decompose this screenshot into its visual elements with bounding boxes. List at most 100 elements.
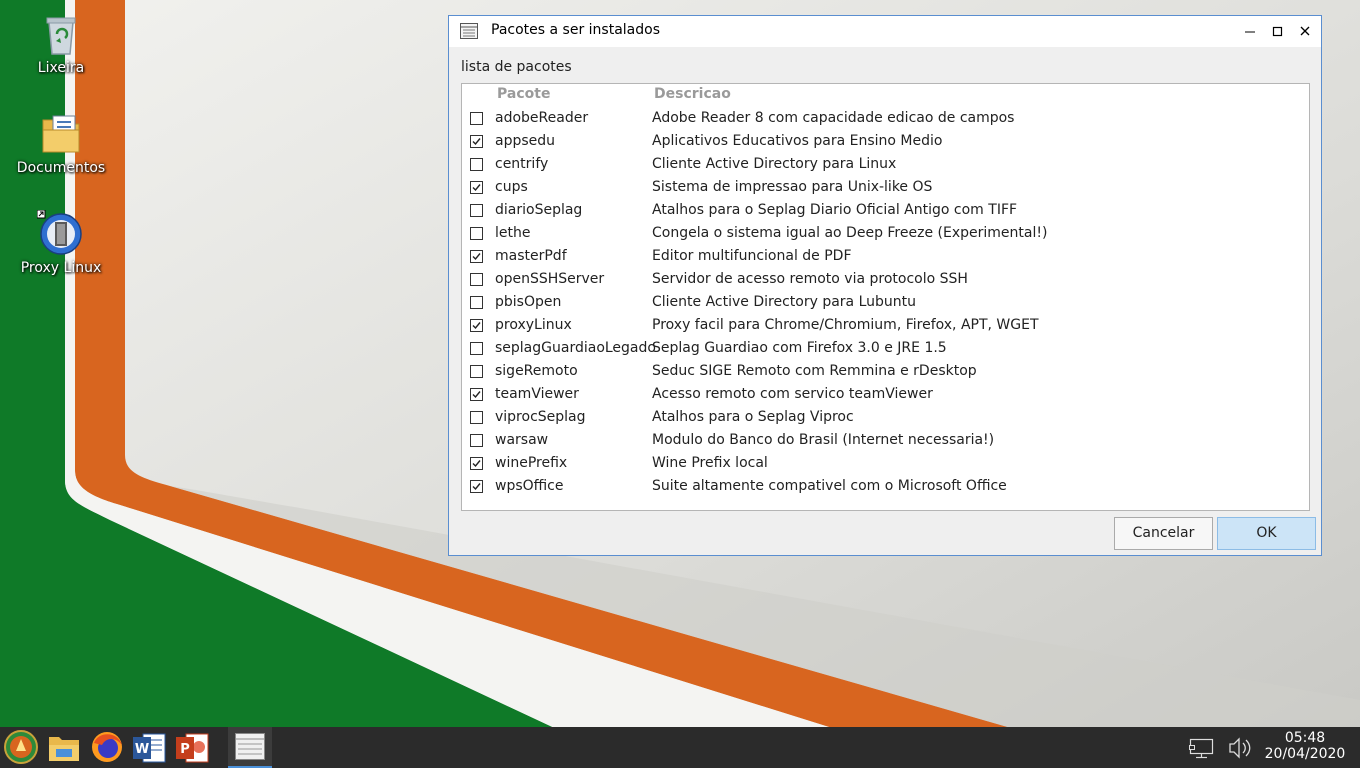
package-description: Atalhos para o Seplag Diario Oficial Ant… xyxy=(652,202,1018,218)
package-name: winePrefix xyxy=(495,455,568,471)
package-row[interactable]: teamViewer Acesso remoto com servico team… xyxy=(462,384,1309,407)
package-checkbox[interactable] xyxy=(470,457,483,470)
cancel-button[interactable]: Cancelar xyxy=(1114,517,1213,550)
package-row[interactable]: warsaw Modulo do Banco do Brasil (Interne… xyxy=(462,430,1309,453)
trash-icon xyxy=(37,10,85,58)
list-window-icon xyxy=(460,23,478,39)
package-description: Cliente Active Directory para Linux xyxy=(652,156,897,172)
taskbar: W P 05:48 20/04/2020 xyxy=(0,727,1360,768)
checkmark-icon xyxy=(472,184,481,192)
package-row[interactable]: sigeRemoto Seduc SIGE Remoto com Remmina … xyxy=(462,361,1309,384)
package-description: Congela o sistema igual ao Deep Freeze (… xyxy=(652,225,1048,241)
svg-text:W: W xyxy=(135,742,149,757)
package-checkbox[interactable] xyxy=(470,434,483,447)
package-row[interactable]: cups Sistema de impressao para Unix-like … xyxy=(462,177,1309,200)
package-description: Acesso remoto com servico teamViewer xyxy=(652,386,933,402)
package-name: seplagGuardiaoLegado xyxy=(495,340,656,356)
package-row[interactable]: wpsOffice Suite altamente compativel com … xyxy=(462,476,1309,499)
desktop-icon-proxy-linux[interactable]: Proxy Linux xyxy=(6,209,116,276)
package-description: Cliente Active Directory para Lubuntu xyxy=(652,294,916,310)
package-name: masterPdf xyxy=(495,248,567,264)
package-name: teamViewer xyxy=(495,386,579,402)
package-checkbox[interactable] xyxy=(470,480,483,493)
package-checkbox[interactable] xyxy=(470,227,483,240)
package-checkbox[interactable] xyxy=(470,388,483,401)
package-name: warsaw xyxy=(495,432,549,448)
tray-network[interactable] xyxy=(1186,727,1218,768)
package-row[interactable]: lethe Congela o sistema igual ao Deep Fre… xyxy=(462,223,1309,246)
package-name: adobeReader xyxy=(495,110,589,126)
package-list[interactable]: Pacote Descricao adobeReader Adobe Reader… xyxy=(461,83,1310,511)
start-menu-button[interactable] xyxy=(0,727,42,768)
checkmark-icon xyxy=(472,483,481,491)
package-row[interactable]: seplagGuardiaoLegado Seplag Guardiao com … xyxy=(462,338,1309,361)
package-row[interactable]: winePrefix Wine Prefix local xyxy=(462,453,1309,476)
title-bar[interactable]: Pacotes a ser instalados xyxy=(449,16,1321,47)
package-checkbox[interactable] xyxy=(470,273,483,286)
globe-proxy-icon xyxy=(36,209,85,258)
package-row[interactable]: centrify Cliente Active Directory para Li… xyxy=(462,154,1309,177)
package-rows: adobeReader Adobe Reader 8 com capacidade… xyxy=(462,108,1309,499)
package-description: Servidor de acesso remoto via protocolo … xyxy=(652,271,968,287)
package-name: openSSHServer xyxy=(495,271,605,287)
desktop: Lixeira Documentos Proxy Linux Pacotes a… xyxy=(0,0,1360,768)
svg-text:P: P xyxy=(180,742,190,757)
file-manager-icon xyxy=(49,737,79,761)
package-checkbox[interactable] xyxy=(470,181,483,194)
taskbar-package-window[interactable] xyxy=(228,727,272,768)
desktop-icon-label: Proxy Linux xyxy=(20,260,102,276)
maximize-icon xyxy=(1272,26,1283,37)
package-checkbox[interactable] xyxy=(470,204,483,217)
package-checkbox[interactable] xyxy=(470,296,483,309)
package-row[interactable]: adobeReader Adobe Reader 8 com capacidade… xyxy=(462,108,1309,131)
taskbar-firefox[interactable] xyxy=(86,727,128,768)
desktop-icon-documents[interactable]: Documentos xyxy=(6,110,116,176)
package-list-window-icon xyxy=(235,733,265,760)
taskbar-word[interactable]: W xyxy=(129,727,171,768)
package-name: viprocSeplag xyxy=(495,409,586,425)
volume-icon xyxy=(1229,737,1251,759)
package-row[interactable]: masterPdf Editor multifuncional de PDF xyxy=(462,246,1309,269)
package-row[interactable]: diarioSeplag Atalhos para o Seplag Diario… xyxy=(462,200,1309,223)
start-menu-icon xyxy=(4,730,38,764)
powerpoint-icon: P xyxy=(176,733,209,763)
package-name: cups xyxy=(495,179,528,195)
package-name: diarioSeplag xyxy=(495,202,583,218)
package-checkbox[interactable] xyxy=(470,342,483,355)
package-checkbox[interactable] xyxy=(470,411,483,424)
package-checkbox[interactable] xyxy=(470,319,483,332)
package-name: lethe xyxy=(495,225,531,241)
desktop-icon-trash[interactable]: Lixeira xyxy=(6,10,116,76)
tray-volume[interactable] xyxy=(1224,727,1254,768)
column-header-description[interactable]: Descricao xyxy=(654,86,731,102)
package-checkbox[interactable] xyxy=(470,135,483,148)
package-row[interactable]: appsedu Aplicativos Educativos para Ensin… xyxy=(462,131,1309,154)
clock[interactable]: 05:48 20/04/2020 xyxy=(1262,730,1348,762)
taskbar-powerpoint[interactable]: P xyxy=(172,727,214,768)
maximize-button[interactable] xyxy=(1264,20,1290,42)
ok-button[interactable]: OK xyxy=(1217,517,1316,550)
package-description: Aplicativos Educativos para Ensino Medio xyxy=(652,133,943,149)
package-name: centrify xyxy=(495,156,549,172)
column-header-package[interactable]: Pacote xyxy=(497,86,550,102)
word-icon: W xyxy=(133,733,166,763)
network-icon xyxy=(1189,738,1214,759)
package-row[interactable]: openSSHServer Servidor de acesso remoto v… xyxy=(462,269,1309,292)
package-row[interactable]: pbisOpen Cliente Active Directory para Lu… xyxy=(462,292,1309,315)
close-button[interactable] xyxy=(1292,20,1318,42)
package-row[interactable]: viprocSeplag Atalhos para o Seplag Viproc xyxy=(462,407,1309,430)
close-icon xyxy=(1300,26,1310,36)
taskbar-file-manager[interactable] xyxy=(43,727,85,768)
clock-time: 05:48 xyxy=(1284,730,1326,746)
checkmark-icon xyxy=(472,460,481,468)
package-checkbox[interactable] xyxy=(470,158,483,171)
package-checkbox[interactable] xyxy=(470,365,483,378)
package-row[interactable]: proxyLinux Proxy facil para Chrome/Chromi… xyxy=(462,315,1309,338)
package-checkbox[interactable] xyxy=(470,112,483,125)
minimize-button[interactable] xyxy=(1237,20,1263,42)
package-name: appsedu xyxy=(495,133,556,149)
package-checkbox[interactable] xyxy=(470,250,483,263)
package-dialog: Pacotes a ser instalados lista de pacote… xyxy=(448,15,1322,556)
window-title: Pacotes a ser instalados xyxy=(491,22,660,38)
package-name: sigeRemoto xyxy=(495,363,578,379)
